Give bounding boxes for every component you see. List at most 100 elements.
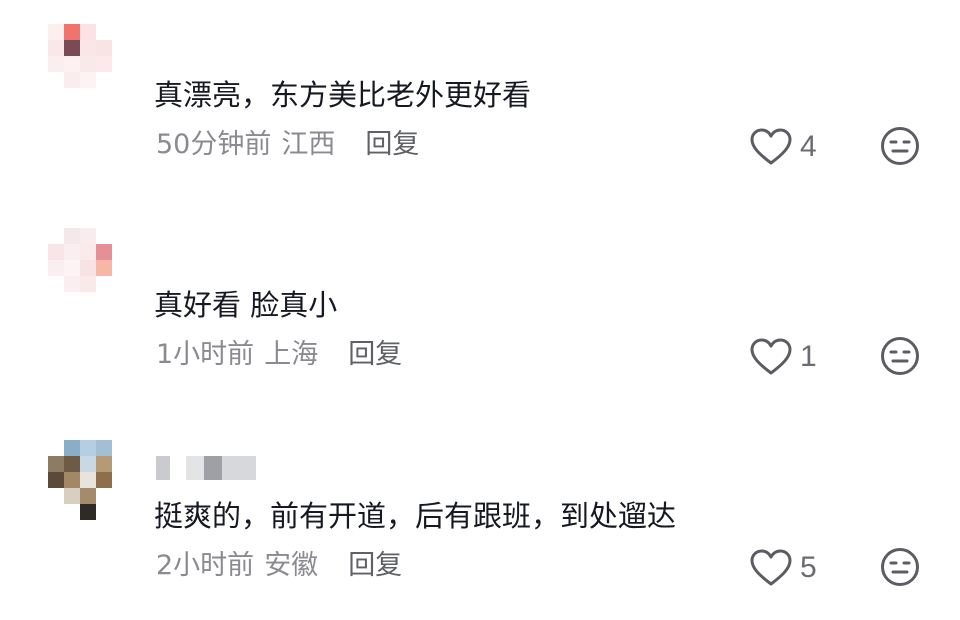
avatar[interactable] (48, 24, 128, 104)
avatar-pixel (48, 228, 64, 244)
avatar-pixel (64, 440, 80, 456)
avatar-pixel (80, 88, 96, 104)
avatar-pixel (96, 472, 112, 488)
avatar-pixel (48, 40, 64, 56)
avatar-pixel (112, 24, 128, 40)
avatar-pixel (80, 292, 96, 308)
avatar-pixel (96, 504, 112, 520)
avatar-pixel (64, 72, 80, 88)
avatar-pixel (96, 228, 112, 244)
avatar-pixel (64, 504, 80, 520)
username-block (222, 456, 256, 480)
avatar-pixel (48, 472, 64, 488)
face-neutral-icon (881, 337, 919, 375)
reply-button[interactable]: 回复 (348, 338, 402, 372)
avatar-pixel (64, 472, 80, 488)
avatar-pixel (64, 88, 80, 104)
comment-meta: 1小时前 上海 回复 (156, 338, 402, 372)
avatar-pixel (96, 40, 112, 56)
like-count: 1 (800, 340, 817, 373)
avatar-pixel (96, 260, 112, 276)
comment-location: 安徽 (264, 550, 319, 581)
like-button[interactable]: 5 (750, 549, 817, 587)
avatar-pixel (112, 276, 128, 292)
avatar-pixel (64, 24, 80, 40)
avatar-pixel (80, 276, 96, 292)
reply-button[interactable]: 回复 (348, 549, 402, 583)
avatar-pixel (48, 292, 64, 308)
avatar-pixel (112, 488, 128, 504)
dislike-button[interactable] (880, 336, 920, 376)
avatar-pixel (112, 260, 128, 276)
comment-meta: 2小时前 安徽 回复 (156, 549, 402, 583)
avatar-pixel (96, 72, 112, 88)
avatar-pixel (64, 56, 80, 72)
like-count: 5 (800, 551, 817, 584)
comment-item: 挺爽的，前有开道，后有跟班，到处遛达 2小时前 安徽 回复 5 (0, 420, 960, 620)
heart-outline-icon (750, 549, 792, 586)
avatar-pixel (80, 72, 96, 88)
avatar-pixel (48, 244, 64, 260)
avatar-pixel (48, 24, 64, 40)
comment-item: 真漂亮，东方美比老外更好看 50分钟前 江西 回复 4 (0, 0, 960, 200)
avatar-pixel (80, 40, 96, 56)
like-button[interactable]: 1 (750, 338, 817, 376)
username-block (186, 456, 204, 480)
avatar-pixel (96, 56, 112, 72)
heart-outline-icon (750, 338, 792, 375)
dislike-button[interactable] (880, 547, 920, 587)
avatar-pixel (64, 456, 80, 472)
avatar-pixel (48, 260, 64, 276)
avatar-pixel (64, 292, 80, 308)
avatar-pixel (112, 292, 128, 308)
face-neutral-icon (881, 548, 919, 586)
avatar-pixel (80, 244, 96, 260)
username-block (170, 456, 186, 480)
avatar-pixel (64, 40, 80, 56)
like-count: 4 (800, 130, 817, 163)
avatar-pixel (80, 456, 96, 472)
comment-time: 1小时前 (156, 339, 255, 370)
avatar-pixel (80, 24, 96, 40)
avatar-pixel (96, 276, 112, 292)
avatar-pixel (96, 456, 112, 472)
avatar-pixel (96, 292, 112, 308)
comment-time: 2小时前 (156, 550, 255, 581)
avatar-pixel (80, 488, 96, 504)
comment-location: 上海 (264, 339, 319, 370)
avatar-pixel (112, 244, 128, 260)
avatar-pixel (96, 88, 112, 104)
face-neutral-icon (881, 127, 919, 165)
avatar-pixel (80, 228, 96, 244)
avatar-pixel (64, 276, 80, 292)
avatar-pixel (80, 440, 96, 456)
avatar-pixel (80, 504, 96, 520)
comment-meta: 50分钟前 江西 回复 (156, 128, 419, 162)
avatar-pixel (96, 244, 112, 260)
heart-outline-icon (750, 128, 792, 165)
avatar-pixel (80, 56, 96, 72)
avatar-pixel (112, 228, 128, 244)
dislike-button[interactable] (880, 126, 920, 166)
comment-item: 真好看 脸真小 1小时前 上海 回复 1 (0, 210, 960, 410)
avatar-pixel (48, 276, 64, 292)
comment-location: 江西 (281, 129, 336, 160)
username-block (156, 456, 170, 480)
avatar-pixel (48, 72, 64, 88)
avatar[interactable] (48, 440, 128, 520)
reply-button[interactable]: 回复 (365, 128, 419, 162)
avatar-pixel (112, 40, 128, 56)
avatar-pixel (48, 504, 64, 520)
like-button[interactable]: 4 (750, 128, 817, 166)
avatar[interactable] (48, 228, 128, 308)
avatar-pixel (112, 72, 128, 88)
username-pixelated[interactable] (156, 456, 256, 480)
avatar-pixel (112, 56, 128, 72)
avatar-pixel (48, 56, 64, 72)
avatar-pixel (48, 440, 64, 456)
comment-text: 挺爽的，前有开道，后有跟班，到处遛达 (154, 499, 677, 533)
avatar-pixel (112, 440, 128, 456)
avatar-pixel (112, 472, 128, 488)
comment-text: 真漂亮，东方美比老外更好看 (154, 78, 532, 112)
avatar-pixel (96, 24, 112, 40)
